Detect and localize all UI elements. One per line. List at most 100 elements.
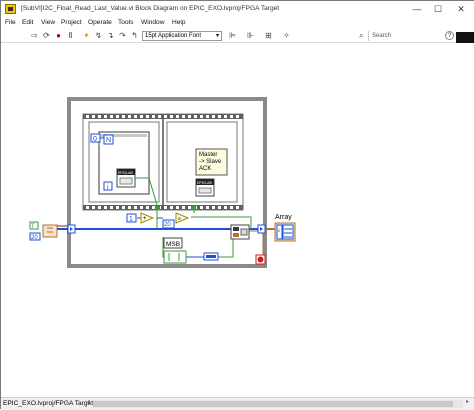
film-hole xyxy=(116,115,119,118)
reorder-icon[interactable]: ⊞ xyxy=(263,31,274,41)
bundle-node[interactable] xyxy=(42,224,58,238)
block-diagram-canvas[interactable]: N i EPICLAB 0 Master -> Slave ACK EPICLA… xyxy=(1,43,474,397)
master-ack-line1: Master xyxy=(199,152,217,158)
film-hole xyxy=(212,115,215,118)
film-hole xyxy=(122,115,125,118)
chevron-down-icon: ▾ xyxy=(215,33,219,39)
film-hole xyxy=(104,115,107,118)
sequence-tunnel-2 xyxy=(191,206,196,210)
align-objects-icon[interactable]: ⊫ xyxy=(227,31,238,41)
search-input[interactable]: Search xyxy=(368,31,434,41)
abort-icon[interactable]: ● xyxy=(53,31,64,41)
film-hole xyxy=(164,206,167,209)
film-hole xyxy=(128,115,131,118)
step-over-icon[interactable]: ↷ xyxy=(117,31,128,41)
title-bar: [SubVI]I2C_Float_Read_Last_Value.vi Bloc… xyxy=(1,1,474,18)
menu-edit[interactable]: Edit xyxy=(22,19,33,26)
help-icon[interactable]: ? xyxy=(445,31,454,40)
constant-1-label: 1 xyxy=(129,216,133,223)
epiclab-subvi-2-label: EPICLAB xyxy=(197,181,212,185)
film-hole xyxy=(236,206,239,209)
film-hole xyxy=(152,206,155,209)
film-hole xyxy=(218,115,221,118)
film-hole xyxy=(200,206,203,209)
film-hole xyxy=(128,206,131,209)
film-hole xyxy=(140,206,143,209)
stop-icon xyxy=(257,256,264,263)
font-select[interactable]: 15pt Application Font ▾ xyxy=(142,31,222,41)
select-node[interactable] xyxy=(163,250,187,264)
master-ack-line3: ACK xyxy=(199,166,211,172)
retain-wire-values-icon[interactable]: ↯ xyxy=(93,31,104,41)
epiclab-subvi-1-label: EPICLAB xyxy=(118,171,133,175)
film-hole xyxy=(86,115,89,118)
toolbar: ⇨ ⟳ ● Ⅱ ✦ ↯ ↴ ↷ ↰ 15pt Application Font … xyxy=(1,30,474,71)
sequence-tunnel-1 xyxy=(155,206,160,210)
menu-project[interactable]: Project xyxy=(61,19,82,26)
msb-label: MSB xyxy=(166,241,180,248)
menu-view[interactable]: View xyxy=(41,19,55,26)
menu-file[interactable]: File xyxy=(5,19,16,26)
scroll-right-icon[interactable]: ▸ xyxy=(466,398,469,405)
close-button[interactable]: ✕ xyxy=(453,3,469,15)
film-hole xyxy=(134,206,137,209)
film-hole xyxy=(158,115,161,118)
film-hole xyxy=(176,115,179,118)
film-hole xyxy=(182,115,185,118)
constant-20-label: 20 xyxy=(31,235,38,241)
step-into-icon[interactable]: ↴ xyxy=(105,31,116,41)
scrollbar-thumb[interactable] xyxy=(93,401,453,407)
film-hole xyxy=(122,206,125,209)
film-hole xyxy=(224,206,227,209)
film-hole xyxy=(104,206,107,209)
film-hole xyxy=(188,206,191,209)
minimize-button[interactable]: — xyxy=(409,3,425,15)
run-arrow-icon[interactable]: ⇨ xyxy=(29,31,40,41)
scroll-left-icon[interactable]: ◂ xyxy=(87,398,90,405)
distribute-objects-icon[interactable]: ⊪ xyxy=(245,31,256,41)
film-hole xyxy=(176,206,179,209)
film-hole xyxy=(92,115,95,118)
labview-window: [SubVI]I2C_Float_Read_Last_Value.vi Bloc… xyxy=(0,0,474,410)
film-hole xyxy=(146,206,149,209)
film-hole xyxy=(182,206,185,209)
highlight-execution-icon[interactable]: ✦ xyxy=(81,31,92,41)
film-hole xyxy=(170,115,173,118)
status-project-target: EPIC_EXO.lvproj/FPGA Target xyxy=(3,400,94,407)
maximize-button[interactable]: ☐ xyxy=(430,3,446,15)
greater-equal-symbol: ≥ xyxy=(178,216,181,222)
horizontal-scrollbar[interactable] xyxy=(93,400,463,408)
film-hole xyxy=(230,206,233,209)
window-title: [SubVI]I2C_Float_Read_Last_Value.vi Bloc… xyxy=(21,5,280,12)
font-select-value: 15pt Application Font xyxy=(145,33,202,39)
film-hole xyxy=(146,115,149,118)
menu-tools[interactable]: Tools xyxy=(118,19,133,26)
loop-count-label: N xyxy=(106,137,111,144)
film-hole xyxy=(110,206,113,209)
status-bar: EPIC_EXO.lvproj/FPGA Target ◂ ▸ xyxy=(1,397,474,410)
search-icon[interactable]: ⌕ xyxy=(359,31,368,41)
array-label: Array xyxy=(275,214,292,221)
menu-window[interactable]: Window xyxy=(141,19,164,26)
run-continuously-icon[interactable]: ⟳ xyxy=(41,31,52,41)
film-hole xyxy=(110,115,113,118)
constant-true-label: T xyxy=(31,224,35,230)
menu-operate[interactable]: Operate xyxy=(88,19,112,26)
menu-help[interactable]: Help xyxy=(172,19,186,26)
film-hole xyxy=(230,115,233,118)
film-hole xyxy=(152,115,155,118)
film-hole xyxy=(224,115,227,118)
film-hole xyxy=(98,206,101,209)
film-hole xyxy=(194,115,197,118)
step-out-icon[interactable]: ↰ xyxy=(129,31,140,41)
film-hole xyxy=(134,115,137,118)
film-hole xyxy=(188,115,191,118)
film-hole xyxy=(116,206,119,209)
constant-20b-label: 20 xyxy=(164,222,171,228)
pause-icon[interactable]: Ⅱ xyxy=(65,31,76,41)
menu-bar: File Edit View Project Operate Tools Win… xyxy=(1,18,474,30)
master-ack-line2: -> Slave xyxy=(199,159,222,165)
cleanup-diagram-icon[interactable]: ✧ xyxy=(281,31,292,41)
film-hole xyxy=(212,206,215,209)
film-hole xyxy=(170,206,173,209)
